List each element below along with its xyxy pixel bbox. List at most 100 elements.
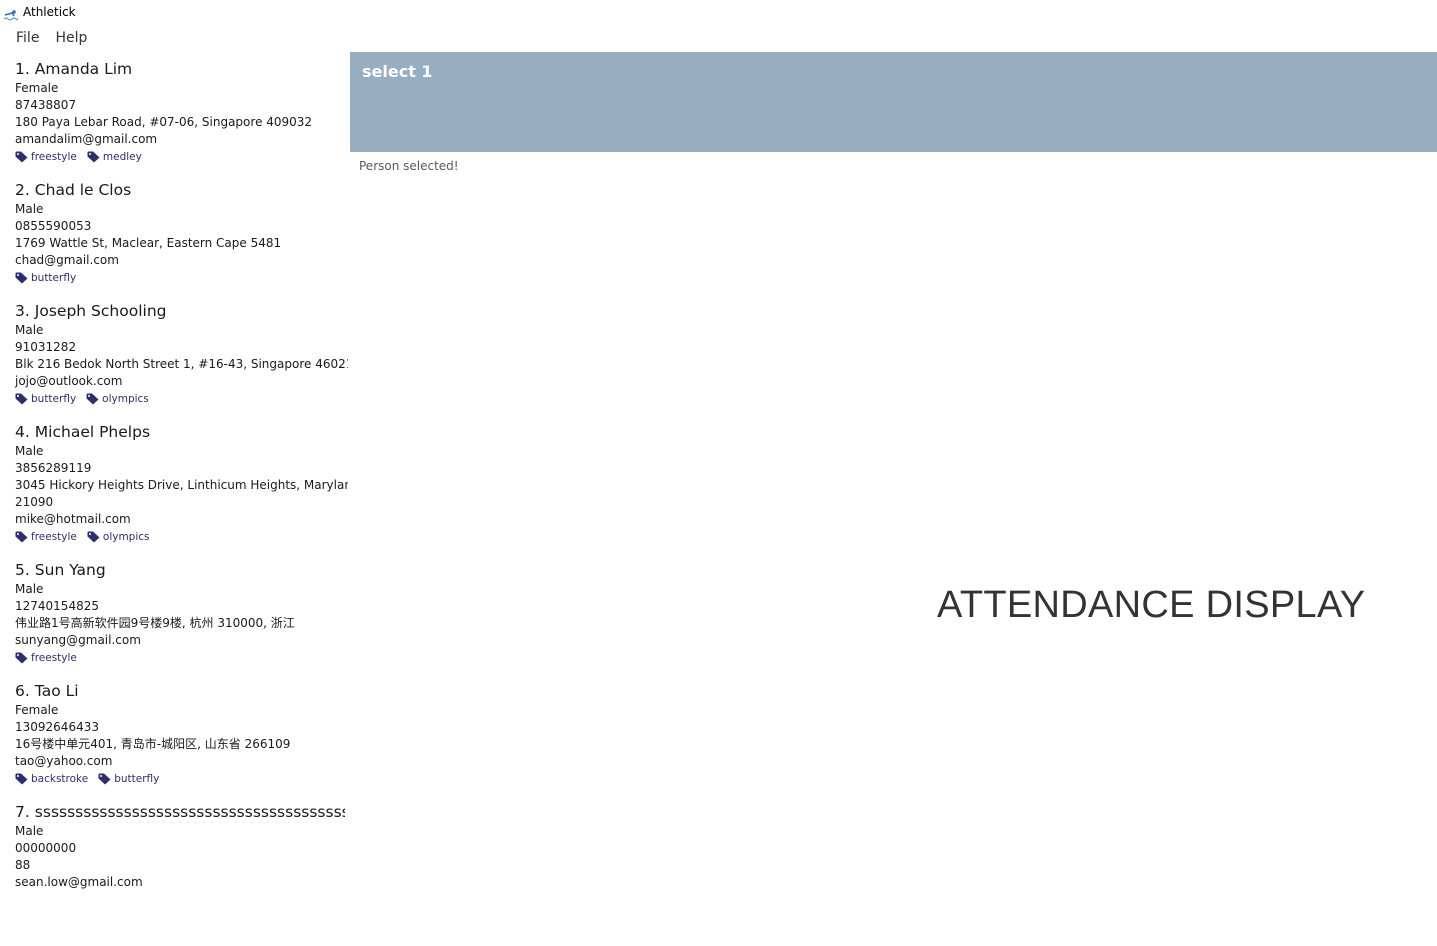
person-name: 5. Sun Yang (15, 559, 345, 581)
person-name: 3. Joseph Schooling (15, 300, 345, 322)
person-index: 4. (15, 423, 30, 441)
person-card[interactable]: 5. Sun Yang Male 12740154825 伟业路1号高新软件园9号楼9楼… (15, 559, 345, 667)
tag: freestyle (15, 151, 77, 163)
person-index: 7. (15, 803, 30, 821)
tag: butterfly (15, 393, 76, 405)
tag-icon (87, 531, 103, 543)
menu-bar: File Help (0, 26, 95, 50)
person-card[interactable]: 4. Michael Phelps Male 3856289119 3045 Hicko… (15, 421, 348, 546)
person-phone: 00000000 (15, 841, 77, 855)
tag-icon (15, 393, 31, 405)
person-name: 2. Chad le Clos (15, 179, 345, 201)
tag-label: olympics (102, 531, 150, 543)
tag-icon (15, 773, 31, 785)
person-address: 180 Paya Lebar Road, #07-06, Singapore 4… (15, 115, 313, 129)
person-name-text: Michael Phelps (34, 423, 151, 441)
person-gender: Male (15, 444, 44, 458)
person-phone: 87438807 (15, 98, 77, 112)
tag-list: freestyle medley (15, 148, 345, 166)
tag: backstroke (15, 773, 88, 785)
tag: butterfly (15, 272, 76, 284)
person-gender: Male (15, 824, 44, 838)
person-address: 88 (15, 858, 31, 872)
window-title: Athletick (23, 5, 76, 19)
command-box[interactable]: select 1 (350, 52, 1437, 152)
tag-label: freestyle (31, 652, 77, 664)
tag-list: freestyle olympics (15, 528, 345, 546)
tag: medley (87, 151, 142, 163)
person-address: Blk 216 Bedok North Street 1, #16-43, Si… (15, 357, 348, 371)
person-card[interactable]: 1. Amanda Lim Female 87438807 180 Paya Lebar… (15, 58, 345, 166)
person-index: 1. (15, 60, 30, 78)
person-name-text: Chad le Clos (34, 181, 132, 199)
title-bar: Athletick (0, 0, 1437, 24)
tag: freestyle (15, 531, 77, 543)
person-index: 3. (15, 302, 30, 320)
tag-label: freestyle (31, 151, 77, 163)
person-card[interactable]: 7. ssssssssssssssssssssssssssssssssssssss… (15, 801, 345, 891)
person-address-cont: 21090 (15, 495, 54, 509)
person-gender: Female (15, 81, 59, 95)
person-email: sunyang@gmail.com (15, 633, 141, 647)
person-name: 4. Michael Phelps (15, 421, 345, 443)
tag-icon (15, 272, 31, 284)
person-name: 7. ssssssssssssssssssssssssssssssssssssss… (15, 801, 345, 823)
tag-label: backstroke (31, 773, 89, 785)
person-email: tao@yahoo.com (15, 754, 113, 768)
tag-label: butterfly (114, 773, 160, 785)
person-gender: Male (15, 582, 44, 596)
menu-file[interactable]: File (0, 30, 47, 46)
person-address: 1769 Wattle St, Maclear, Eastern Cape 54… (15, 236, 282, 250)
tag-label: butterfly (31, 272, 77, 284)
tag: olympics (86, 393, 149, 405)
tag-label: medley (102, 151, 142, 163)
person-name-text: ssssssssssssssssssssssssssssssssssssssss… (34, 803, 345, 821)
tag-label: olympics (102, 393, 149, 405)
tag-list: freestyle (15, 649, 345, 667)
person-list[interactable]: 1. Amanda Lim Female 87438807 180 Paya Lebar… (0, 52, 348, 946)
person-email: sean.low@gmail.com (15, 875, 143, 889)
person-phone: 0855590053 (15, 219, 92, 233)
person-email: amandalim@gmail.com (15, 132, 158, 146)
person-address: 3045 Hickory Heights Drive, Linthicum He… (15, 478, 348, 492)
person-name: 6. Tao Li (15, 680, 345, 702)
person-email: jojo@outlook.com (15, 374, 123, 388)
tag: olympics (87, 531, 150, 543)
person-email: chad@gmail.com (15, 253, 119, 267)
person-phone: 12740154825 (15, 599, 99, 613)
person-name-text: Joseph Schooling (34, 302, 167, 320)
tag-icon (15, 151, 31, 163)
result-display: Person selected! (359, 159, 459, 173)
person-name-text: Sun Yang (34, 561, 106, 579)
person-address: 伟业路1号高新软件园9号楼9楼, 杭州 310000, 浙江 (15, 616, 295, 630)
tag-list: backstroke butterfly (15, 770, 345, 788)
person-gender: Female (15, 703, 59, 717)
tag-list: butterfly (15, 269, 345, 287)
person-phone: 91031282 (15, 340, 77, 354)
attendance-display-label: ATTENDANCE DISPLAY (937, 584, 1366, 626)
tag-icon (87, 151, 103, 163)
tag-icon (98, 773, 114, 785)
person-gender: Male (15, 323, 44, 337)
menu-help[interactable]: Help (47, 30, 95, 46)
person-email: mike@hotmail.com (15, 512, 131, 526)
person-index: 6. (15, 682, 30, 700)
person-index: 5. (15, 561, 30, 579)
person-card[interactable]: 2. Chad le Clos Male 0855590053 1769 Wattle … (15, 179, 345, 287)
tag: butterfly (98, 773, 159, 785)
person-index: 2. (15, 181, 30, 199)
swimmer-icon (3, 6, 19, 21)
person-card[interactable]: 3. Joseph Schooling Male 91031282 Blk 216 Be… (15, 300, 348, 408)
person-card[interactable]: 6. Tao Li Female 13092646433 16号楼中单元401, 青岛市… (15, 680, 345, 788)
command-input[interactable]: select 1 (362, 62, 433, 81)
tag-label: freestyle (31, 531, 77, 543)
tag-icon (86, 393, 102, 405)
person-name-text: Amanda Lim (34, 60, 133, 78)
person-name-text: Tao Li (34, 682, 79, 700)
person-name: 1. Amanda Lim (15, 58, 345, 80)
tag-icon (15, 652, 31, 664)
person-phone: 13092646433 (15, 720, 99, 734)
tag-icon (15, 531, 31, 543)
tag: freestyle (15, 652, 77, 664)
person-gender: Male (15, 202, 44, 216)
